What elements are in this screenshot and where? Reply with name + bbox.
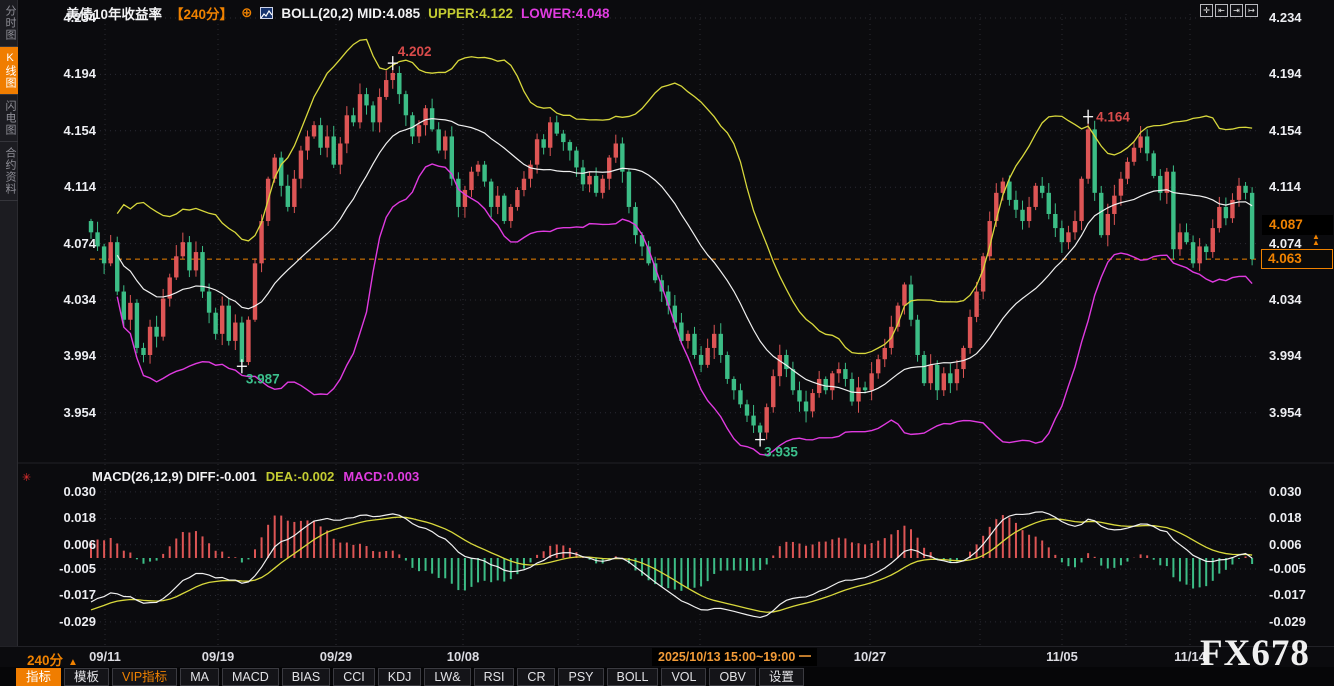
sidebar-tab-分时图[interactable]: 分时图	[0, 0, 18, 47]
pin-left-axis-icon[interactable]: ⇤	[1215, 4, 1228, 17]
macd-tick-right: -0.017	[1269, 587, 1306, 602]
pin-right-axis-icon[interactable]: ⇥	[1230, 4, 1243, 17]
sidebar-tab-闪电图[interactable]: 闪电图	[0, 95, 18, 142]
svg-text:3.987: 3.987	[246, 371, 280, 386]
price-tick-right: 4.154	[1269, 123, 1302, 138]
price-tick-left: 4.154	[30, 123, 96, 138]
price-tick-left: 3.954	[30, 405, 96, 420]
macd-tick-right: 0.006	[1269, 537, 1302, 552]
mini-line-chart-icon	[260, 7, 273, 19]
toolbar-button-模板[interactable]: 模板	[64, 668, 109, 686]
indicator-toolbar: 指标模板VIP指标MAMACDBIASCCIKDJLW&RSICRPSYBOLL…	[0, 667, 1334, 686]
price-tick-right: 4.114	[1269, 179, 1301, 194]
toolbar-button-RSI[interactable]: RSI	[474, 668, 515, 686]
price-tick-left: 4.074	[30, 236, 96, 251]
toolbar-button-CCI[interactable]: CCI	[333, 668, 375, 686]
macd-tick-left: -0.005	[30, 561, 96, 576]
toolbar-button-PSY[interactable]: PSY	[558, 668, 603, 686]
price-tick-right: 4.194	[1269, 66, 1302, 81]
macd-tick-left: 0.030	[30, 484, 96, 499]
sidebar-tab-合约资料[interactable]: 合约资料	[0, 142, 18, 201]
chart-canvas[interactable]: 3.987 4.202 3.935 4.164	[0, 0, 1334, 686]
jump-to-latest-icon[interactable]: ↦	[1245, 4, 1258, 17]
toolbar-button-VIP指标[interactable]: VIP指标	[112, 668, 177, 686]
period-tag[interactable]: 【240分】	[170, 3, 233, 23]
x-axis-date-09/11: 09/11	[77, 649, 133, 664]
toolbar-button-OBV[interactable]: OBV	[709, 668, 755, 686]
toolbar-button-MACD[interactable]: MACD	[222, 668, 279, 686]
macd-tick-left: 0.006	[30, 537, 96, 552]
sidebar: 分时图K线图闪电图合约资料	[0, 0, 18, 647]
macd-dea-legend: DEA:-0.002	[266, 469, 335, 484]
toolbar-button-BOLL[interactable]: BOLL	[607, 668, 659, 686]
boll-lower-legend: LOWER:4.048	[521, 6, 610, 21]
crosshair-icon[interactable]: ⊕	[241, 5, 252, 21]
macd-tick-left: 0.018	[30, 510, 96, 525]
period-label: 240分	[27, 653, 63, 668]
toolbar-button-KDJ[interactable]: KDJ	[378, 668, 422, 686]
macd-legend: MACD(26,12,9) DIFF:-0.001 DEA:-0.002 MAC…	[92, 469, 419, 484]
x-axis-date-09/29: 09/29	[308, 649, 364, 664]
price-tick-right: 3.994	[1269, 348, 1302, 363]
boll-legend: BOLL(20,2) MID:4.085	[281, 6, 420, 21]
toolbar-button-LW&[interactable]: LW&	[424, 668, 470, 686]
macd-tick-right: 0.018	[1269, 510, 1302, 525]
sidebar-tab-K线图[interactable]: K线图	[0, 47, 18, 95]
x-axis-date-11/05: 11/05	[1034, 649, 1090, 664]
pan-icon[interactable]: ✛	[1200, 4, 1213, 17]
x-axis-date-10/08: 10/08	[435, 649, 491, 664]
crosshair-date-tooltip: 2025/10/13 15:00~19:00 一	[652, 648, 817, 666]
fx678-watermark: FX678	[1200, 632, 1310, 675]
macd-tick-right: -0.005	[1269, 561, 1306, 576]
trading-app-window: 3.987 4.202 3.935 4.164 分时图K线图闪电图合约资料 美债10年…	[0, 0, 1334, 686]
macd-tick-right: 0.030	[1269, 484, 1302, 499]
price-tick-left: 4.114	[30, 179, 96, 194]
indicator-settings-icon[interactable]: ✳	[22, 471, 31, 484]
x-axis-date-09/19: 09/19	[190, 649, 246, 664]
price-tick-right: 3.954	[1269, 405, 1302, 420]
chart-title-bar: 美债10年收益率 【240分】 ⊕ BOLL(20,2) MID:4.085 U…	[66, 3, 610, 23]
macd-main-legend: MACD(26,12,9) DIFF:-0.001	[92, 469, 257, 484]
price-tick-right: 4.234	[1269, 10, 1302, 25]
reference-price-badge: 4.087	[1262, 215, 1333, 235]
x-axis-row: 240分▲ 2025/10/13 15:00~19:00 一 09/11 09/1…	[0, 646, 1334, 667]
price-tick-right: 4.034	[1269, 292, 1302, 307]
macd-tick-left: -0.017	[30, 587, 96, 602]
toolbar-button-VOL[interactable]: VOL	[661, 668, 706, 686]
toolbar-button-指标[interactable]: 指标	[16, 668, 61, 686]
toolbar-button-BIAS[interactable]: BIAS	[282, 668, 331, 686]
macd-macd-legend: MACD:0.003	[343, 469, 419, 484]
toolbar-button-CR[interactable]: CR	[517, 668, 555, 686]
svg-text:4.164: 4.164	[1096, 110, 1130, 125]
toolbar-button-设置[interactable]: 设置	[759, 668, 804, 686]
macd-tick-right: -0.029	[1269, 614, 1306, 629]
instrument-title: 美债10年收益率	[66, 3, 162, 23]
macd-tick-left: -0.029	[30, 614, 96, 629]
boll-upper-legend: UPPER:4.122	[428, 6, 513, 21]
price-marker-arrows-icon: ▲▲	[1312, 234, 1320, 246]
chart-control-icons: ✛⇤⇥↦	[1200, 4, 1258, 17]
price-tick-left: 4.034	[30, 292, 96, 307]
price-tick-left: 3.994	[30, 348, 96, 363]
svg-text:4.202: 4.202	[398, 44, 432, 59]
toolbar-button-MA[interactable]: MA	[180, 668, 219, 686]
period-selector[interactable]: 240分▲	[27, 649, 78, 669]
price-tick-left: 4.194	[30, 66, 96, 81]
svg-text:3.935: 3.935	[764, 445, 798, 460]
last-price-badge: 4.063	[1261, 249, 1333, 269]
x-axis-date-10/27: 10/27	[842, 649, 898, 664]
